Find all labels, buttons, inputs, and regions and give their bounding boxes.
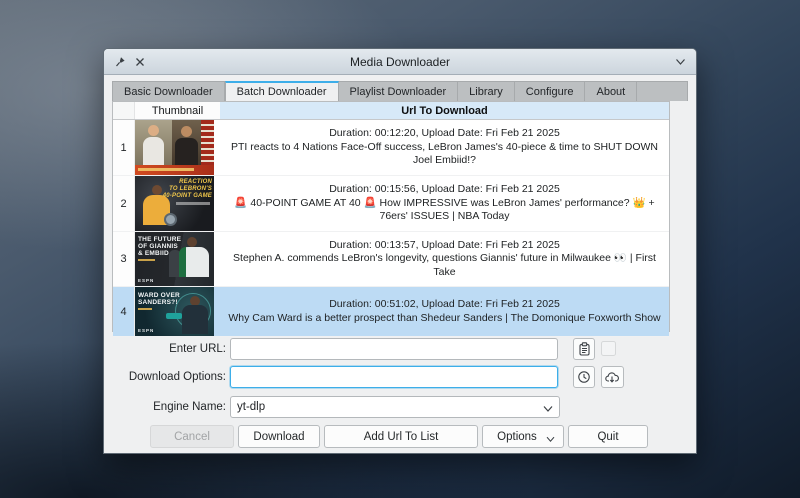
video-title: PTI reacts to 4 Nations Face-Off success…: [228, 141, 661, 168]
thumbnail-cell: [135, 120, 220, 175]
caption-line: SANDERS?!: [138, 299, 180, 306]
download-options-label: Download Options:: [112, 366, 226, 388]
video-duration: Duration: 00:13:57, Upload Date: Fri Feb…: [329, 239, 560, 253]
table-corner-cell: [113, 102, 135, 119]
options-button-label: Options: [497, 431, 537, 443]
thumbnail-cell: THE FUTURE OF GIANNIS & EMBIID ESPN: [135, 232, 220, 286]
table-row[interactable]: 1 Duration: 00:12:20, Upload Date:: [113, 120, 669, 176]
cloud-download-icon: [605, 371, 620, 383]
quit-button[interactable]: Quit: [568, 425, 648, 448]
video-title: 🚨 40-POINT GAME AT 40 🚨 How IMPRESSIVE w…: [228, 197, 661, 224]
thumbnail-cell: WARD OVER SANDERS?! ESPN: [135, 287, 220, 336]
options-history-button[interactable]: [573, 366, 595, 388]
caption-underline: [138, 259, 155, 261]
person-figure: [152, 185, 162, 195]
lower-third-banner: [135, 165, 214, 175]
video-duration: Duration: 00:15:56, Upload Date: Fri Feb…: [329, 183, 560, 197]
badge-pill: [166, 313, 182, 319]
tab-about[interactable]: About: [585, 82, 637, 101]
column-header-url[interactable]: Url To Download: [220, 102, 669, 119]
url-cell: Duration: 00:13:57, Upload Date: Fri Feb…: [220, 232, 669, 286]
caption-line: REACTION: [163, 179, 212, 186]
video-duration: Duration: 00:51:02, Upload Date: Fri Feb…: [329, 298, 560, 312]
video-thumbnail: [135, 120, 214, 175]
url-checkbox[interactable]: [601, 341, 616, 356]
video-thumbnail: REACTION TO LEBRON'S 40-POINT GAME: [135, 176, 214, 231]
caption-underline: [138, 308, 152, 310]
tab-library[interactable]: Library: [458, 82, 515, 101]
scoreboard-strip: [201, 120, 214, 165]
engine-name-select[interactable]: yt-dlp: [230, 396, 560, 418]
clipboard-icon: [578, 342, 591, 356]
tab-configure[interactable]: Configure: [515, 82, 586, 101]
person-figure: [175, 138, 198, 165]
row-number-cell: 1: [113, 120, 135, 175]
person-figure: [182, 305, 208, 334]
caption-line: THE FUTURE: [138, 236, 181, 243]
download-options-cloud-button[interactable]: [601, 366, 624, 388]
show-logo-badge: [164, 213, 177, 226]
caption-subline: [176, 202, 210, 205]
person-figure: [181, 126, 192, 137]
engine-name-label: Engine Name:: [112, 396, 226, 418]
options-button[interactable]: Options: [482, 425, 564, 448]
tab-playlist-downloader[interactable]: Playlist Downloader: [339, 82, 459, 101]
paste-clipboard-button[interactable]: [573, 338, 595, 360]
url-cell: Duration: 00:12:20, Upload Date: Fri Feb…: [220, 120, 669, 175]
video-thumbnail: THE FUTURE OF GIANNIS & EMBIID ESPN: [135, 232, 214, 286]
video-thumbnail: WARD OVER SANDERS?! ESPN: [135, 287, 214, 336]
table-row[interactable]: 2 REACTION TO LEBRON'S 40-POINT GAME Dur…: [113, 176, 669, 232]
video-title: Stephen A. commends LeBron's longevity, …: [228, 252, 661, 279]
person-figure: [148, 125, 159, 136]
column-header-thumbnail[interactable]: Thumbnail: [135, 102, 220, 119]
add-url-to-list-button[interactable]: Add Url To List: [324, 425, 478, 448]
engine-name-value: yt-dlp: [237, 401, 265, 413]
caption-line: 40-POINT GAME: [163, 193, 212, 200]
thumbnail-left-panel: [135, 120, 172, 165]
thumbnail-caption: REACTION TO LEBRON'S 40-POINT GAME: [163, 179, 212, 200]
titlebar: Media Downloader: [104, 49, 696, 75]
clock-history-icon: [577, 370, 591, 384]
caption-line: WARD OVER: [138, 292, 180, 299]
download-options-input[interactable]: [230, 366, 558, 388]
window-title: Media Downloader: [104, 55, 696, 69]
download-button[interactable]: Download: [238, 425, 320, 448]
cancel-button[interactable]: Cancel: [150, 425, 234, 448]
url-cell: Duration: 00:51:02, Upload Date: Fri Feb…: [220, 287, 669, 336]
tab-basic-downloader[interactable]: Basic Downloader: [113, 82, 225, 101]
thumbnail-caption: WARD OVER SANDERS?!: [138, 292, 180, 306]
url-cell: Duration: 00:15:56, Upload Date: Fri Feb…: [220, 176, 669, 231]
media-downloader-window: Media Downloader Basic Downloader Batch …: [103, 48, 697, 454]
espn-watermark: ESPN: [138, 278, 154, 283]
tab-bar: Basic Downloader Batch Downloader Playli…: [112, 81, 688, 101]
table-row[interactable]: 3 THE FUTURE OF GIANNIS & EMBIID ESPN: [113, 232, 669, 287]
tab-batch-downloader[interactable]: Batch Downloader: [225, 81, 339, 101]
row-number-cell: 4: [113, 287, 135, 336]
table-header: Thumbnail Url To Download: [113, 102, 669, 120]
thumbnail-right-panel: [172, 120, 201, 165]
chevron-down-icon: [546, 434, 555, 446]
enter-url-label: Enter URL:: [112, 338, 226, 360]
caption-line: OF GIANNIS: [138, 243, 181, 250]
download-list-table: Thumbnail Url To Download 1: [112, 101, 670, 332]
chevron-down-icon: [543, 404, 553, 416]
video-duration: Duration: 00:12:20, Upload Date: Fri Feb…: [329, 127, 560, 141]
video-title: Why Cam Ward is a better prospect than S…: [228, 312, 660, 326]
person-figure: [143, 137, 164, 165]
shade-chevron-down-icon[interactable]: [670, 52, 690, 71]
row-number-cell: 2: [113, 176, 135, 231]
espn-watermark: ESPN: [138, 328, 154, 333]
table-row-selected[interactable]: 4 WARD OVER SANDERS?! ESPN Duration: 00:…: [113, 287, 669, 337]
caption-line: TO LEBRON'S: [163, 186, 212, 193]
person-figure: [187, 237, 197, 247]
row-number-cell: 3: [113, 232, 135, 286]
jersey-stripe: [179, 247, 186, 277]
url-input[interactable]: [230, 338, 558, 360]
thumbnail-cell: REACTION TO LEBRON'S 40-POINT GAME: [135, 176, 220, 231]
